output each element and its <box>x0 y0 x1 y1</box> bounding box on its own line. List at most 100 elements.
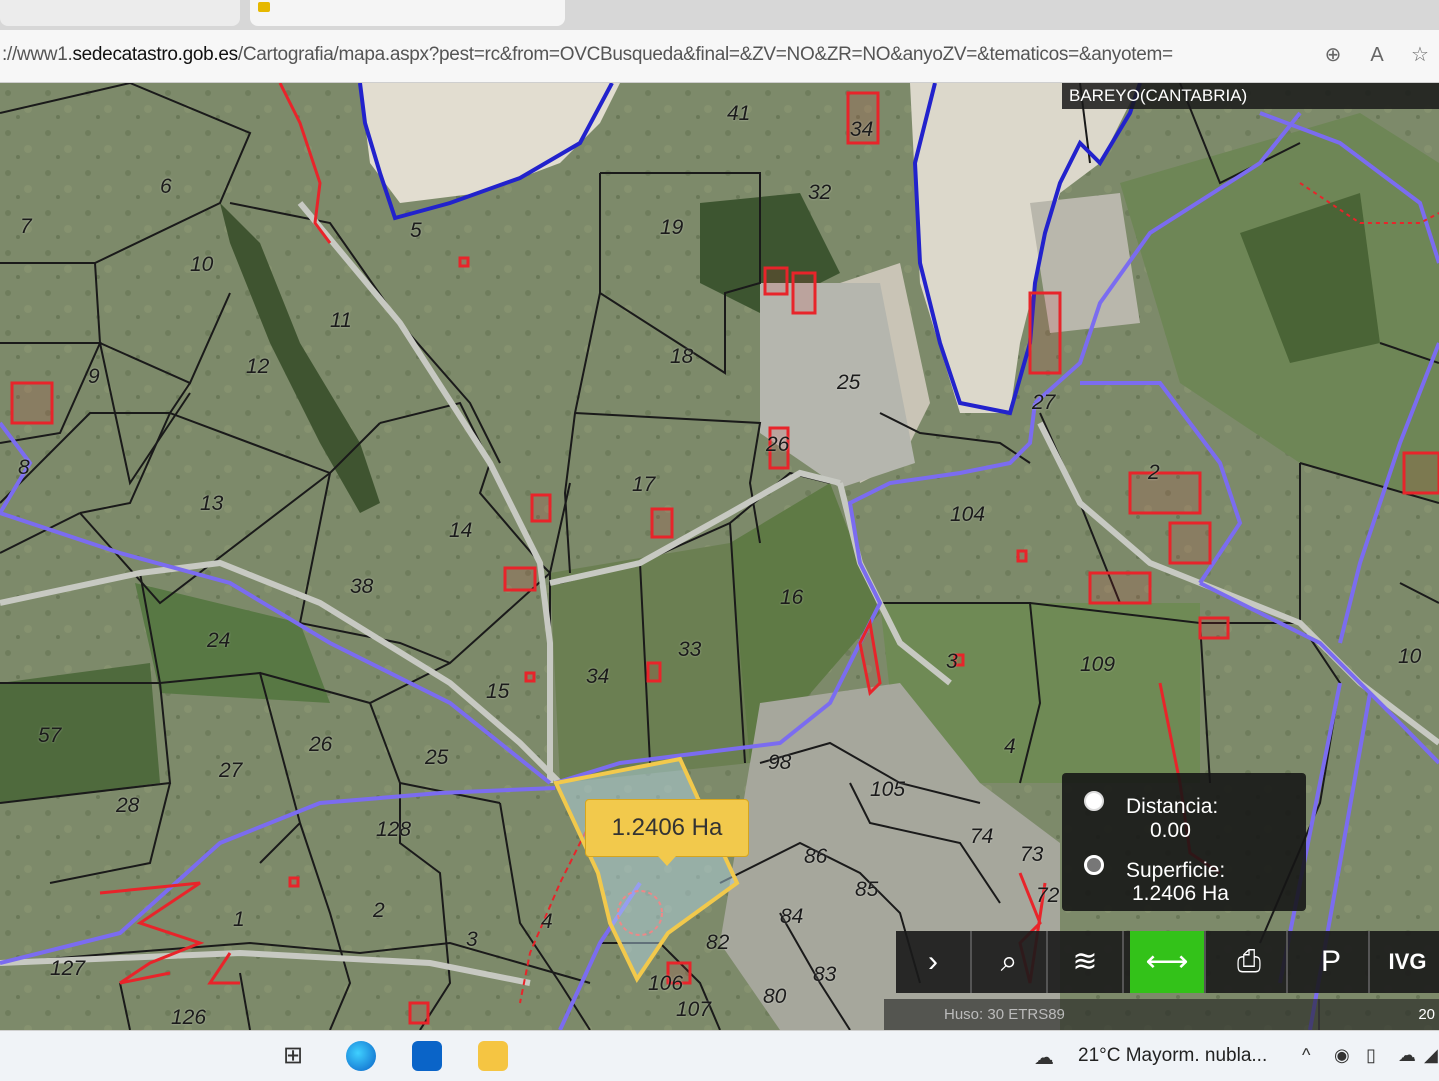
parcel-label-28: 28 <box>116 794 140 817</box>
parcel-label-8: 8 <box>18 456 30 479</box>
parcel-label-2b: 2 <box>373 899 385 922</box>
parcel-label-10: 10 <box>190 253 214 276</box>
parcel-label-82: 82 <box>706 931 730 954</box>
measure-arrows-icon: ⟷ <box>1145 945 1189 978</box>
url-path: /Cartografia/mapa.aspx?pest=rc&from=OVCB… <box>237 44 1173 65</box>
distance-value: 0.00 <box>1150 819 1191 842</box>
url-field[interactable]: ://www1.sedecatastro.gob.es/Cartografia/… <box>2 44 1173 66</box>
scale-indicator: 20 <box>1318 999 1439 1030</box>
task-view-icon[interactable]: ⊞ <box>278 1041 308 1071</box>
expand-toolbar-button[interactable]: › <box>896 931 972 993</box>
municipality-label: BAREYO(CANTABRIA) <box>1062 83 1439 109</box>
search-button[interactable]: ⌕ <box>972 931 1048 993</box>
parcel-label-27b: 27 <box>219 759 243 782</box>
parcel-label-104: 104 <box>950 503 986 526</box>
measure-button[interactable]: ⟷ <box>1130 931 1206 993</box>
map-statusbar: Huso: 30 ETRS89 20 <box>884 999 1439 1030</box>
ivg-label: IVG <box>1388 949 1427 974</box>
surface-value: 1.2406 Ha <box>1132 882 1229 905</box>
parcel-label-106: 106 <box>648 972 684 995</box>
parcel-label-86: 86 <box>804 845 828 868</box>
search-icon: ⌕ <box>1000 945 1018 978</box>
parcel-label-3: 3 <box>946 650 958 673</box>
parcel-label-19: 19 <box>660 216 684 239</box>
taskbar: ⊞ ☁ 21°C Mayorm. nubla... ^ ◉ ▯ ☁ ◢ <box>0 1030 1439 1081</box>
layers-button[interactable]: ≋ <box>1048 931 1124 993</box>
file-explorer-icon[interactable] <box>478 1041 508 1071</box>
distance-label: Distancia: <box>1126 795 1219 818</box>
parcel-label-16: 16 <box>780 586 804 609</box>
parcel-label-4b: 4 <box>541 910 553 933</box>
print-button[interactable]: ⎙ <box>1212 931 1288 993</box>
parcel-label-80: 80 <box>763 985 787 1008</box>
layers-icon: ≋ <box>1072 945 1098 978</box>
parcel-label-105: 105 <box>870 778 906 801</box>
parcel-label-11: 11 <box>330 309 352 332</box>
battery-icon[interactable]: ▯ <box>1366 1045 1376 1066</box>
parcel-label-3b: 3 <box>466 928 478 951</box>
parcel-label-32: 32 <box>808 181 832 204</box>
parcel-label-14: 14 <box>449 519 473 542</box>
parcel-label-126: 126 <box>171 1006 207 1029</box>
parcel-label-1: 1 <box>233 908 245 931</box>
edge-browser-icon[interactable] <box>346 1041 376 1071</box>
browser-tab[interactable] <box>0 0 240 26</box>
parcel-label-10b: 10 <box>1398 645 1422 668</box>
network-icon[interactable]: ◢ <box>1424 1045 1438 1066</box>
parcel-label-15: 15 <box>486 680 510 703</box>
parcel-label-2: 2 <box>1148 461 1160 484</box>
parcel-label-4: 4 <box>1004 735 1016 758</box>
record-icon[interactable]: ◉ <box>1334 1045 1350 1066</box>
parcel-label-127: 127 <box>50 957 86 980</box>
parcel-label-33: 33 <box>678 638 702 661</box>
weather-cloud-icon: ☁ <box>1034 1047 1054 1069</box>
parcel-label-25b: 25 <box>425 746 449 769</box>
tray-chevron-icon[interactable]: ^ <box>1302 1045 1310 1066</box>
parcel-label-25: 25 <box>837 371 861 394</box>
parcel-label-12: 12 <box>246 355 270 378</box>
parcel-label-109: 109 <box>1080 653 1116 676</box>
distance-radio[interactable] <box>1084 791 1104 811</box>
parcel-label-18: 18 <box>670 345 694 368</box>
parcel-label-26: 26 <box>766 433 790 456</box>
parcel-label-9: 9 <box>88 365 100 388</box>
browser-tab-active[interactable] <box>250 0 565 26</box>
surface-radio[interactable] <box>1084 855 1104 875</box>
parcel-label-128: 128 <box>376 818 412 841</box>
map-pin-icon: P <box>1320 945 1341 978</box>
zoom-icon[interactable]: ⊕ <box>1320 42 1346 68</box>
parcel-label-34b: 34 <box>586 665 610 688</box>
parcel-label-26b: 26 <box>309 733 333 756</box>
parcel-label-27: 27 <box>1032 391 1056 414</box>
url-host: sedecatastro.gob.es <box>72 44 238 65</box>
map-toolbar: › ⌕ ≋ ⟷ ⎙ P IVG <box>896 931 1439 993</box>
coordinate-system-text: Huso: 30 ETRS89 <box>944 1006 1065 1023</box>
parcel-label-74: 74 <box>970 825 994 848</box>
parcel-label-72: 72 <box>1036 884 1060 907</box>
lock-icon <box>258 2 270 12</box>
ivg-button[interactable]: IVG <box>1376 931 1439 993</box>
parcel-label-41: 41 <box>727 102 751 125</box>
outlook-icon[interactable] <box>412 1041 442 1071</box>
parcel-label-83: 83 <box>813 963 837 986</box>
cloud-icon[interactable]: ☁ <box>1398 1045 1416 1066</box>
favorite-star-icon[interactable]: ☆ <box>1407 42 1433 68</box>
printer-icon: ⎙ <box>1237 945 1261 978</box>
parcel-label-5: 5 <box>410 219 422 242</box>
parcel-label-24: 24 <box>207 629 231 652</box>
parcel-label-73: 73 <box>1020 843 1044 866</box>
parcel-label-84: 84 <box>780 905 804 928</box>
parcel-label-107: 107 <box>676 998 712 1021</box>
parcel-label-34: 34 <box>850 118 874 141</box>
read-aloud-icon[interactable]: A <box>1364 42 1390 68</box>
cadastral-map[interactable]: 41 34 6 7 10 32 19 5 11 12 9 18 25 8 13 … <box>0 83 1439 1030</box>
chevron-right-icon: › <box>928 945 938 978</box>
parcel-label-17: 17 <box>632 473 656 496</box>
parcel-label-38: 38 <box>350 575 374 598</box>
parcel-label-98: 98 <box>768 751 792 774</box>
parcel-label-13: 13 <box>200 492 224 515</box>
point-button[interactable]: P <box>1294 931 1370 993</box>
weather-text[interactable]: 21°C Mayorm. nubla... <box>1078 1045 1267 1067</box>
surface-label: Superficie: <box>1126 859 1226 882</box>
area-callout: 1.2406 Ha <box>585 799 749 866</box>
